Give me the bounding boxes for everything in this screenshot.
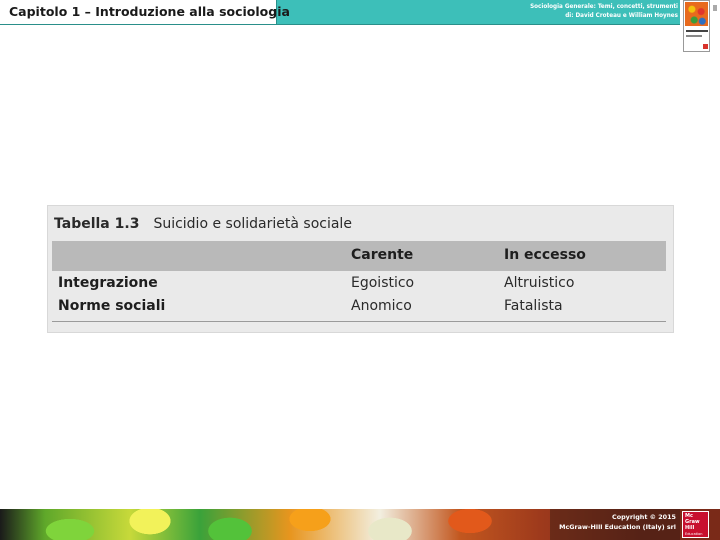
table-title: Suicidio e solidarietà sociale <box>153 216 352 232</box>
copyright-line: Copyright © 2015 <box>612 513 676 521</box>
row-label: Norme sociali <box>58 298 166 314</box>
column-header: In eccesso <box>504 247 586 263</box>
book-info: Sociologia Generale: Temi, concetti, str… <box>478 2 678 20</box>
publisher-line: McGraw-Hill Education (Italy) srl <box>559 523 676 531</box>
book-title: Sociologia Generale: Temi, concetti, str… <box>530 3 678 10</box>
table-header-row: Carente In eccesso <box>52 241 666 271</box>
table-number: Tabella 1.3 <box>54 216 140 232</box>
chapter-title: Capitolo 1 – Introduzione alla sociologi… <box>9 4 290 19</box>
corner-mark-icon <box>713 5 717 11</box>
table-cell: Anomico <box>351 298 412 314</box>
table-cell: Fatalista <box>504 298 563 314</box>
book-authors: di: David Croteau e William Hoynes <box>565 12 678 19</box>
cover-art-image <box>685 2 708 26</box>
column-header: Carente <box>351 247 414 263</box>
book-cover-thumbnail <box>683 0 710 52</box>
table-cell: Egoistico <box>351 275 415 291</box>
table-cell: Altruistico <box>504 275 575 291</box>
table-bottom-rule <box>52 321 666 322</box>
copyright-notice: Copyright © 2015 McGraw-Hill Education (… <box>476 512 676 532</box>
slide-header: Capitolo 1 – Introduzione alla sociologi… <box>0 0 720 25</box>
table-caption: Tabella 1.3 Suicidio e solidarietà social… <box>54 216 352 232</box>
table-figure: Tabella 1.3 Suicidio e solidarietà social… <box>47 205 674 333</box>
mcgraw-hill-logo: Mc Graw Hill Education <box>682 511 709 538</box>
row-label: Integrazione <box>58 275 158 291</box>
chapter-title-box: Capitolo 1 – Introduzione alla sociologi… <box>0 0 290 24</box>
cover-publisher-mark <box>703 44 708 49</box>
slide-footer: Copyright © 2015 McGraw-Hill Education (… <box>0 509 720 540</box>
